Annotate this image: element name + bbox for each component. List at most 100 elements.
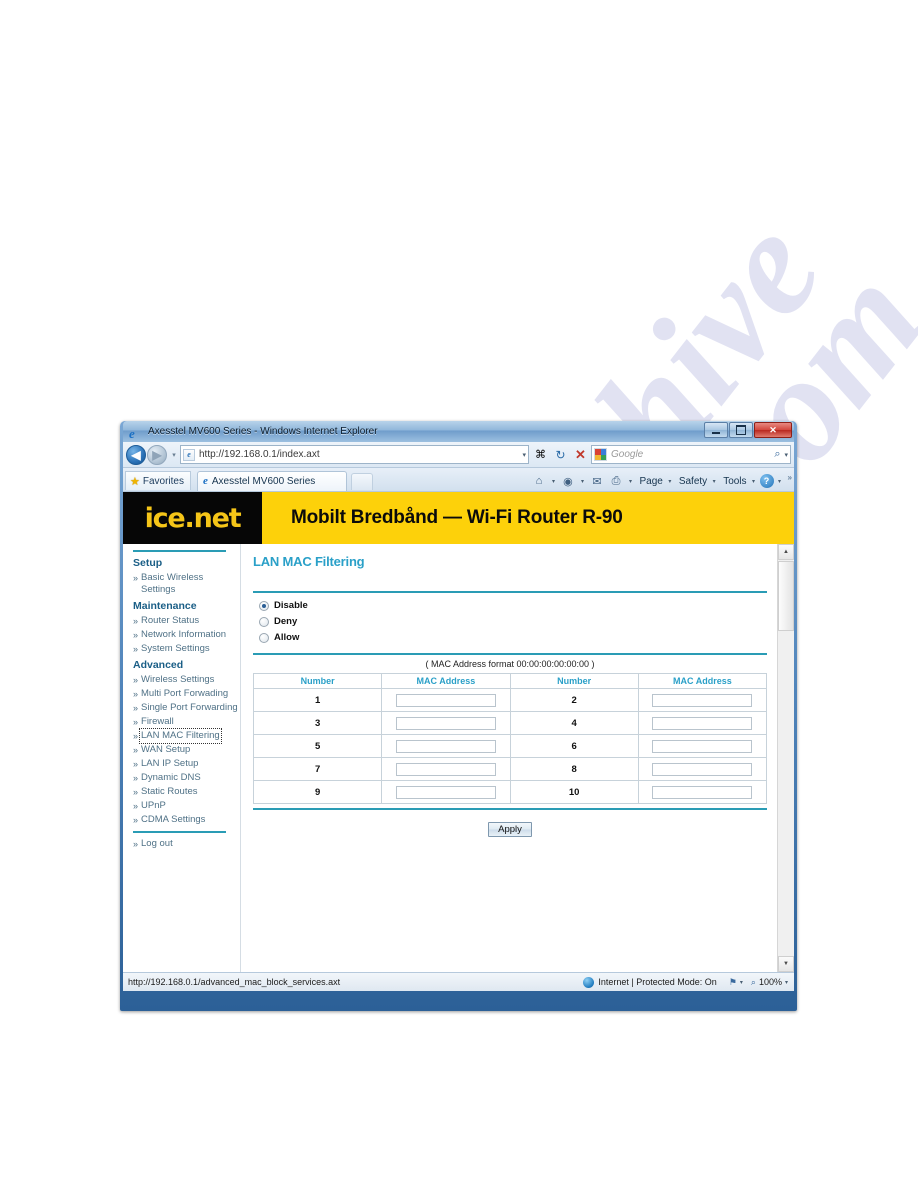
privacy-caret-icon[interactable]: ▾ [740,979,743,986]
radio-deny-icon[interactable] [259,616,269,627]
sidebar-item-label: Firewall [141,716,174,727]
sidebar-item-label: Single Port Forwarding [141,702,238,713]
radio-option-disable[interactable]: Disable [259,600,767,611]
mac-address-cell [381,688,511,712]
search-input[interactable]: Google ⌕ ▾ [591,445,791,464]
home-icon[interactable]: ⌂ [530,473,547,489]
mac-address-input-1[interactable] [395,693,496,707]
status-url: http://192.168.0.1/advanced_mac_block_se… [128,977,341,987]
forward-button[interactable]: ▶ [147,444,167,465]
title-bar: e Axesstel MV600 Series - Windows Intern… [123,421,794,442]
mac-table-head: Number MAC Address Number MAC Address [252,673,768,689]
help-caret-icon[interactable]: ▾ [776,478,784,485]
sidebar-item-upnp[interactable]: » UPnP [133,800,240,812]
mac-address-input-6[interactable] [652,739,753,753]
sidebar-item-single-port-forwarding[interactable]: » Single Port Forwarding [133,702,240,714]
restore-icon [736,425,746,435]
home-caret-icon[interactable]: ▾ [549,478,557,485]
sidebar-item-static-routes[interactable]: » Static Routes [133,786,240,798]
mac-address-input-7[interactable] [395,762,496,776]
header-mac-1: MAC Address [381,673,511,689]
radio-allow-label: Allow [274,632,300,643]
row-number: 6 [509,734,639,758]
mac-address-input-9[interactable] [395,785,496,799]
mac-address-input-3[interactable] [395,716,496,730]
banner-title: Mobilt Bredbånd — Wi-Fi Router R-90 [291,507,623,528]
sidebar-item-dynamic-dns[interactable]: » Dynamic DNS [133,772,240,784]
browser-tab[interactable]: e Axesstel MV600 Series [197,471,347,491]
sidebar-item-lan-ip-setup[interactable]: » LAN IP Setup [133,758,240,770]
row-number: 7 [252,757,383,781]
scrollbar-thumb[interactable] [778,561,794,631]
refresh-button[interactable]: ↻ [551,445,570,464]
table-row: 9 10 [252,780,768,804]
search-provider-caret-icon[interactable]: ▾ [780,451,788,459]
address-dropdown-icon[interactable]: ▾ [519,451,526,459]
sidebar-item-wan-setup[interactable]: » WAN Setup [133,744,240,756]
sidebar-item-wireless-settings[interactable]: » Wireless Settings [133,674,240,686]
mac-address-cell [381,734,511,758]
mac-address-cell [381,780,511,804]
sidebar-item-firewall[interactable]: » Firewall [133,716,240,728]
mac-address-input-10[interactable] [652,785,753,799]
favorites-button[interactable]: ★ Favorites [125,471,191,490]
radio-option-deny[interactable]: Deny [259,616,767,627]
tools-menu-caret-icon[interactable]: ▾ [750,478,758,485]
sidebar-item-label: Dynamic DNS [141,772,201,783]
mac-address-input-4[interactable] [652,716,753,730]
sidebar-item-log-out[interactable]: » Log out [133,838,240,850]
sidebar-item-lan-mac-filtering[interactable]: » LAN MAC Filtering [133,728,240,744]
mac-address-input-2[interactable] [652,693,753,707]
safety-menu-caret-icon[interactable]: ▾ [710,478,718,485]
scroll-down-arrow-icon[interactable]: ▼ [778,956,794,972]
stop-button[interactable]: ✕ [571,445,590,464]
page-menu-caret-icon[interactable]: ▾ [666,478,674,485]
chevron-right-icon: » [133,731,139,741]
new-tab-button[interactable] [351,473,373,490]
address-input[interactable]: e http://192.168.0.1/index.axt ▾ [180,445,529,464]
sidebar-item-router-status[interactable]: » Router Status [133,615,240,627]
page-body: Setup » Basic Wireless Settings Maintena… [123,544,794,972]
minimize-button[interactable] [704,422,728,438]
tools-menu-label[interactable]: Tools [720,476,747,487]
page-vertical-scrollbar[interactable]: ▲ ▼ [777,544,794,972]
compatibility-view-button[interactable]: ⌘ [531,445,550,464]
chevron-right-icon: » [133,675,139,685]
radio-allow-icon[interactable] [259,632,269,643]
mac-address-input-5[interactable] [395,739,496,753]
radio-disable-icon[interactable] [259,600,269,611]
back-button[interactable]: ◀ [126,444,146,465]
print-icon[interactable]: ⎙ [607,473,624,489]
filter-mode-radio-group: Disable Deny Allow [253,593,767,651]
apply-button[interactable]: Apply [488,822,532,837]
radio-option-allow[interactable]: Allow [259,632,767,643]
mac-address-input-8[interactable] [652,762,753,776]
sidebar-item-basic-wireless-settings[interactable]: » Basic Wireless Settings [133,572,240,596]
sidebar-item-label: Basic Wireless Settings [141,572,204,595]
feeds-caret-icon[interactable]: ▾ [578,478,586,485]
privacy-report-button[interactable]: ⚑ ▾ [721,977,743,988]
help-icon[interactable]: ? [759,474,774,488]
scroll-up-arrow-icon[interactable]: ▲ [778,544,794,560]
sidebar-item-label: LAN MAC Filtering [139,728,222,744]
restore-button[interactable] [729,422,753,438]
close-button[interactable]: ✕ [754,422,792,438]
overflow-chevron-icon[interactable]: » [786,473,792,482]
chevron-right-icon: » [133,616,139,626]
sidebar-item-multi-port-forwarding[interactable]: » Multi Port Forwading [133,688,240,700]
recent-pages-caret-icon[interactable]: ▾ [168,451,180,459]
sidebar-item-cdma-settings[interactable]: » CDMA Settings [133,814,240,826]
page-menu-label[interactable]: Page [636,476,663,487]
sidebar-item-system-settings[interactable]: » System Settings [133,643,240,655]
safety-menu-label[interactable]: Safety [676,476,708,487]
feeds-icon[interactable]: ◉ [559,473,576,489]
sidebar-item-label: Multi Port Forwading [141,688,229,699]
table-row: 3 4 [252,711,768,735]
sidebar-item-network-information[interactable]: » Network Information [133,629,240,641]
zoom-caret-icon[interactable]: ▾ [785,979,788,986]
zoom-control[interactable]: ⌕ 100% ▾ [747,977,792,988]
security-zone-indicator[interactable]: Internet | Protected Mode: On ⚑ ▾ ⌕ 100%… [583,976,792,988]
print-caret-icon[interactable]: ▾ [626,478,634,485]
mail-icon[interactable]: ✉ [588,473,605,489]
header-mac-2: MAC Address [637,673,768,689]
